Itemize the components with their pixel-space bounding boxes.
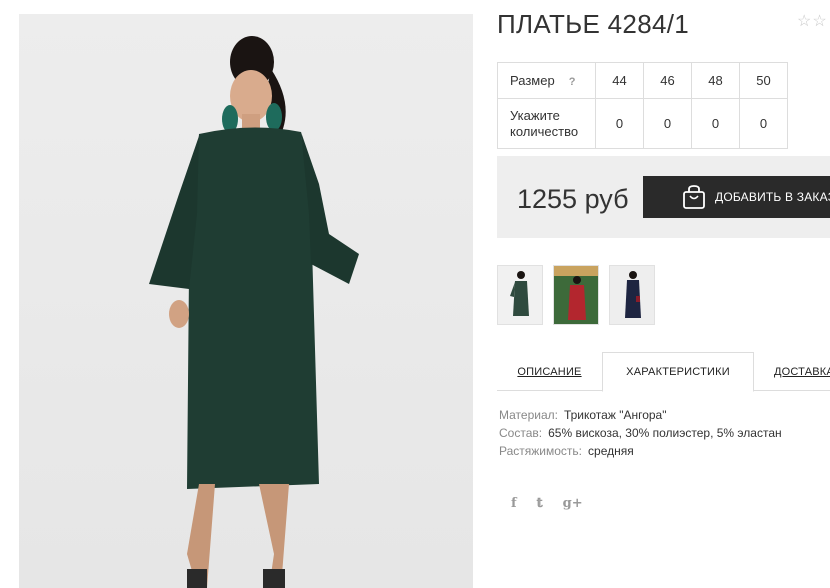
- size-46: 46: [643, 62, 692, 99]
- tab-characteristics[interactable]: ХАРАКТЕРИСТИКИ: [602, 352, 754, 392]
- spec-key: Растяжимость:: [499, 444, 583, 458]
- tab-delivery-label: ДОСТАВКА: [774, 365, 830, 378]
- twitter-icon[interactable]: 𝕥: [537, 496, 543, 511]
- tab-delivery[interactable]: ДОСТАВКА: [754, 352, 830, 391]
- purchase-panel: 1255 руб ДОБАВИТЬ В ЗАКАЗ: [497, 156, 830, 238]
- navy-dress-thumb-image: [610, 266, 654, 324]
- product-tabs: ОПИСАНИЕ ХАРАКТЕРИСТИКИ ДОСТАВКА: [497, 352, 830, 392]
- google-plus-icon[interactable]: g+: [563, 496, 583, 511]
- tab-description-label: ОПИСАНИЕ: [517, 365, 582, 378]
- spec-row: Материал: Трикотаж "Ангора": [499, 406, 782, 424]
- main-product-photo[interactable]: [19, 14, 473, 588]
- thumbnail-green[interactable]: [497, 265, 543, 325]
- star-icon[interactable]: ☆: [797, 14, 811, 30]
- spec-value: Трикотаж "Ангора": [563, 408, 667, 422]
- quantity-row: Укажите количество 0 0 0 0: [497, 98, 788, 149]
- thumbnail-navy[interactable]: [609, 265, 655, 325]
- size-row: Размер? 44 46 48 50: [497, 62, 788, 99]
- size-table: Размер? 44 46 48 50 Укажите количество 0…: [497, 62, 788, 149]
- help-icon[interactable]: ?: [569, 76, 576, 88]
- spec-value: 65% вискоза, 30% полиэстер, 5% эластан: [548, 426, 782, 440]
- size-label: Размер: [510, 73, 555, 88]
- qty-label: Укажите количество: [510, 107, 579, 139]
- qty-input-46[interactable]: 0: [643, 98, 692, 149]
- thumbnail-gallery: [497, 265, 655, 325]
- product-title: ПЛАТЬЕ 4284/1: [497, 9, 689, 39]
- rating[interactable]: ☆ ☆: [797, 14, 827, 30]
- size-48: 48: [691, 62, 740, 99]
- product-page: ПЛАТЬЕ 4284/1 ☆ ☆ Размер? 44 46 48 50 Ук…: [0, 0, 830, 588]
- tab-description[interactable]: ОПИСАНИЕ: [497, 352, 602, 391]
- facebook-icon[interactable]: f: [511, 496, 517, 511]
- thumbnail-red[interactable]: [553, 265, 599, 325]
- add-to-order-label: ДОБАВИТЬ В ЗАКАЗ: [715, 190, 830, 204]
- spec-key: Состав:: [499, 426, 543, 440]
- price: 1255 руб: [517, 184, 629, 214]
- qty-input-50[interactable]: 0: [739, 98, 788, 149]
- shopping-bag-icon: [683, 185, 705, 209]
- spec-row: Растяжимость: средняя: [499, 442, 782, 460]
- dress-model-illustration: [149, 36, 359, 588]
- size-50: 50: [739, 62, 788, 99]
- tab-characteristics-label: ХАРАКТЕРИСТИКИ: [626, 366, 730, 378]
- add-to-order-button[interactable]: ДОБАВИТЬ В ЗАКАЗ: [643, 176, 830, 218]
- characteristics-list: Материал: Трикотаж "Ангора" Состав: 65% ви…: [499, 406, 782, 460]
- green-dress-thumb-image: [498, 266, 542, 324]
- star-icon[interactable]: ☆: [812, 14, 826, 30]
- size-44: 44: [595, 62, 644, 99]
- qty-label-cell: Укажите количество: [497, 98, 596, 149]
- red-dress-thumb-image: [554, 266, 598, 324]
- spec-key: Материал:: [499, 408, 558, 422]
- qty-input-44[interactable]: 0: [595, 98, 644, 149]
- size-label-cell: Размер?: [497, 62, 596, 99]
- social-share: f 𝕥 g+: [511, 496, 583, 511]
- spec-value: средняя: [588, 444, 634, 458]
- spec-row: Состав: 65% вискоза, 30% полиэстер, 5% эл…: [499, 424, 782, 442]
- qty-input-48[interactable]: 0: [691, 98, 740, 149]
